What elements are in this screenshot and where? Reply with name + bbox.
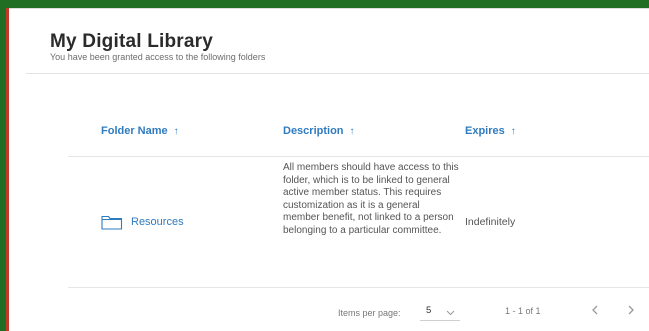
chevron-right-icon (628, 305, 634, 315)
items-per-page-select[interactable]: 5 (420, 300, 460, 321)
previous-page-button[interactable] (588, 301, 602, 319)
next-page-button[interactable] (624, 301, 638, 319)
column-header-expires[interactable]: Expires ↑ (465, 125, 516, 137)
column-header-label: Description (283, 125, 344, 137)
table-row-divider (68, 287, 649, 288)
window-frame-top (0, 0, 649, 8)
paginator-range-label: 1 - 1 of 1 (505, 306, 541, 316)
column-header-label: Expires (465, 125, 505, 137)
folder-icon (101, 214, 123, 230)
window-frame-left-accent (6, 8, 9, 331)
arrow-up-icon: ↑ (349, 125, 355, 137)
chevron-down-icon (446, 304, 455, 316)
chevron-left-icon (592, 305, 598, 315)
column-header-description[interactable]: Description ↑ (283, 125, 355, 137)
page-subtitle: You have been granted access to the foll… (50, 52, 266, 62)
items-per-page-value: 5 (426, 305, 432, 316)
frame-inner-border (9, 8, 649, 9)
table-row-description: All members should have access to this f… (283, 162, 459, 236)
header-divider (26, 73, 649, 74)
table-row-folder-cell[interactable]: Resources (101, 214, 184, 230)
folder-link-resources[interactable]: Resources (131, 216, 184, 228)
page-title: My Digital Library (50, 31, 214, 52)
arrow-up-icon: ↑ (510, 125, 516, 137)
table-row-expires: Indefinitely (465, 216, 516, 228)
column-header-folder-name[interactable]: Folder Name ↑ (101, 125, 179, 137)
column-header-label: Folder Name (101, 125, 168, 137)
arrow-up-icon: ↑ (173, 125, 179, 137)
table-header-divider (68, 156, 649, 157)
items-per-page-label: Items per page: (338, 308, 401, 318)
